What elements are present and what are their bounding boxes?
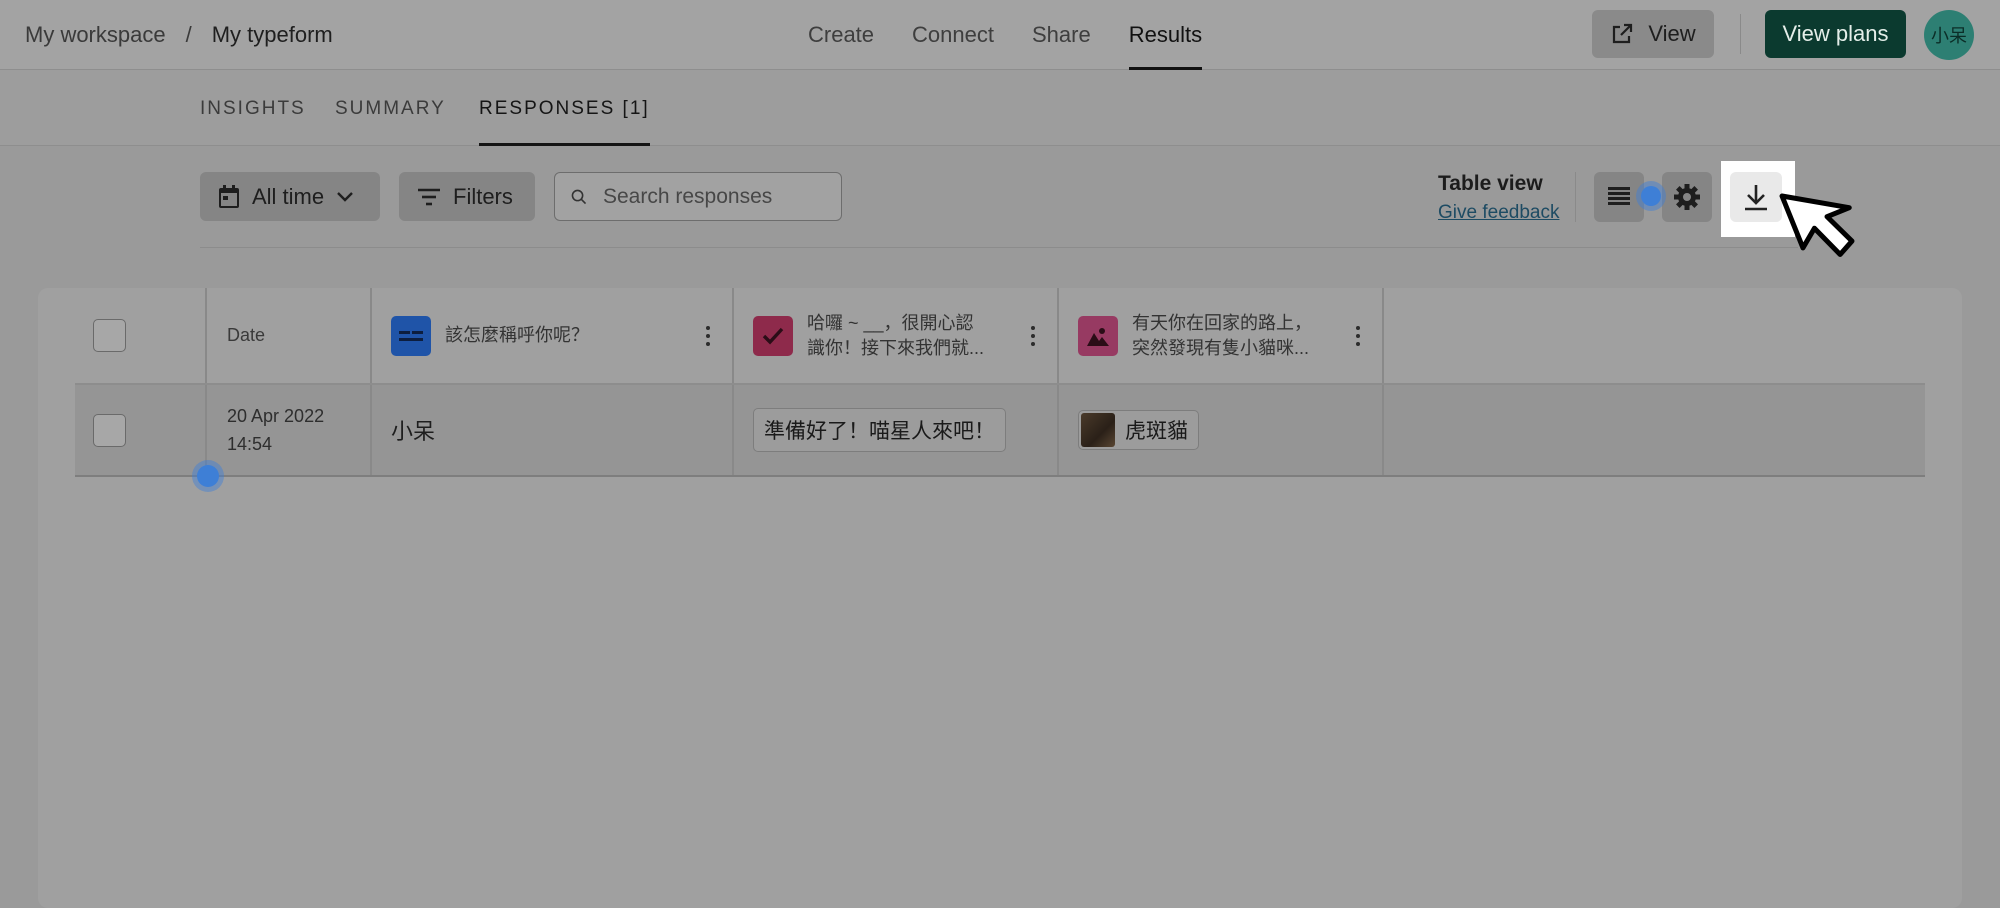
nav-share[interactable]: Share bbox=[1032, 0, 1091, 70]
view-button-label: View bbox=[1648, 21, 1696, 46]
search-input[interactable] bbox=[601, 183, 825, 210]
picture-choice-chip: 虎斑貓 bbox=[1078, 410, 1199, 450]
nav-create[interactable]: Create bbox=[808, 0, 874, 70]
nav-results[interactable]: Results bbox=[1128, 0, 1203, 70]
checkbox-icon bbox=[753, 315, 793, 356]
row-answer-3[interactable]: 虎斑貓 bbox=[1059, 385, 1384, 475]
download-button[interactable] bbox=[1730, 172, 1782, 222]
more-options-icon[interactable] bbox=[1031, 326, 1035, 346]
download-icon bbox=[1745, 185, 1767, 211]
give-feedback-link[interactable]: Give feedback bbox=[1438, 202, 1559, 224]
search-icon bbox=[571, 189, 587, 204]
top-bar: My workspace / My typeform Create Connec… bbox=[0, 0, 2000, 70]
tab-responses[interactable]: RESPONSES [1] bbox=[479, 98, 650, 146]
header-question-1-label: 該怎麼稱呼你呢？ bbox=[445, 325, 589, 345]
tab-insights[interactable]: INSIGHTS bbox=[200, 98, 306, 120]
more-options-icon[interactable] bbox=[1356, 326, 1360, 346]
row-answer-1[interactable]: 小呆 bbox=[372, 385, 734, 475]
header-question-3[interactable]: 有天你在回家的路上， 突然發現有隻小貓咪... bbox=[1059, 288, 1384, 383]
choice-chip-label: 準備好了！喵星人來吧！ bbox=[764, 420, 995, 443]
table-header-row: Date 該怎麼稱呼你呢？ 哈囉 ~ __，很開心認 識你！接下來我們就... bbox=[75, 288, 1925, 385]
picture-choice-icon bbox=[1078, 315, 1118, 356]
breadcrumb-form[interactable]: My typeform bbox=[212, 22, 333, 48]
list-view-icon bbox=[1608, 187, 1630, 205]
time-filter-label: All time bbox=[252, 183, 325, 209]
mouse-cursor-icon bbox=[1779, 193, 1855, 257]
cat-thumbnail bbox=[1081, 413, 1115, 447]
avatar[interactable]: 小呆 bbox=[1924, 10, 1974, 60]
short-text-icon bbox=[391, 315, 431, 356]
row-date-time: 14:54 bbox=[227, 434, 273, 454]
row-date-day: 20 Apr 2022 bbox=[227, 406, 325, 426]
row-density-button[interactable] bbox=[1594, 172, 1644, 222]
table-view-title: Table view bbox=[1438, 172, 1543, 195]
header-date-label: Date bbox=[227, 325, 266, 345]
more-options-icon[interactable] bbox=[706, 326, 710, 346]
header-question-3-label: 有天你在回家的路上， 突然發現有隻小貓咪... bbox=[1132, 311, 1312, 361]
toolbar-divider-line bbox=[200, 247, 1798, 248]
view-plans-button[interactable]: View plans bbox=[1765, 10, 1906, 58]
breadcrumb-workspace[interactable]: My workspace bbox=[25, 22, 166, 48]
breadcrumb: My workspace / My typeform bbox=[25, 22, 333, 48]
header-question-2-label: 哈囉 ~ __，很開心認 識你！接下來我們就... bbox=[807, 311, 984, 361]
choice-chip: 準備好了！喵星人來吧！ bbox=[753, 408, 1006, 452]
filters-button[interactable]: Filters bbox=[399, 172, 535, 221]
row-select-cell bbox=[75, 385, 207, 475]
calendar-icon bbox=[219, 184, 239, 208]
filter-icon bbox=[418, 188, 440, 205]
chevron-down-icon bbox=[337, 191, 353, 202]
results-subtabs: INSIGHTS SUMMARY RESPONSES [1] bbox=[0, 70, 2000, 146]
tab-summary[interactable]: SUMMARY bbox=[335, 98, 446, 120]
toolbar-divider bbox=[1575, 172, 1576, 222]
highlight-dot bbox=[1641, 186, 1661, 206]
resize-handle-dot[interactable] bbox=[197, 465, 219, 487]
header-question-2[interactable]: 哈囉 ~ __，很開心認 識你！接下來我們就... bbox=[734, 288, 1059, 383]
select-all-checkbox[interactable] bbox=[93, 319, 126, 352]
table-row[interactable]: 20 Apr 2022 14:54 小呆 準備好了！喵星人來吧！ 虎斑貓 bbox=[75, 385, 1925, 477]
header-question-3-line2: 突然發現有隻小貓咪... bbox=[1132, 337, 1310, 358]
gear-icon bbox=[1674, 184, 1700, 210]
table-view-info: Table view Give feedback bbox=[1438, 172, 1559, 224]
picture-choice-label: 虎斑貓 bbox=[1125, 420, 1188, 443]
row-date-cell: 20 Apr 2022 14:54 bbox=[207, 385, 372, 475]
header-question-2-line1: 哈囉 ~ __，很開心認 bbox=[807, 312, 974, 333]
view-button[interactable]: View bbox=[1592, 10, 1714, 58]
header-question-1[interactable]: 該怎麼稱呼你呢？ bbox=[372, 288, 734, 383]
time-filter-dropdown[interactable]: All time bbox=[200, 172, 380, 221]
row-checkbox[interactable] bbox=[93, 413, 126, 447]
header-select-cell bbox=[75, 288, 207, 383]
breadcrumb-separator: / bbox=[185, 22, 192, 47]
nav-connect[interactable]: Connect bbox=[912, 0, 994, 70]
row-answer-2[interactable]: 準備好了！喵星人來吧！ bbox=[734, 385, 1059, 475]
header-divider bbox=[1740, 14, 1741, 54]
table-settings-button[interactable] bbox=[1662, 172, 1712, 222]
external-link-icon bbox=[1613, 23, 1633, 44]
row-date: 20 Apr 2022 14:54 bbox=[227, 402, 324, 458]
header-question-2-line2: 識你！接下來我們就... bbox=[807, 337, 985, 358]
header-date[interactable]: Date bbox=[207, 288, 372, 383]
row-answer-1-text: 小呆 bbox=[391, 419, 436, 444]
main-nav: Create Connect Share Results bbox=[808, 0, 1203, 70]
search-box[interactable] bbox=[554, 172, 842, 221]
header-question-3-line1: 有天你在回家的路上， bbox=[1132, 312, 1312, 333]
filters-label: Filters bbox=[453, 183, 513, 209]
